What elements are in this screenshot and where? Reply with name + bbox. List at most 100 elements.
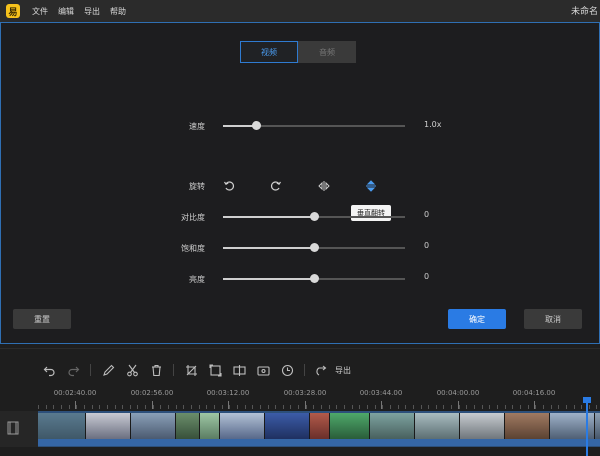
ruler-minor-tick (275, 405, 277, 409)
ruler-minor-tick (527, 405, 529, 409)
ruler-minor-tick (443, 405, 445, 409)
crop-icon[interactable] (182, 361, 200, 379)
ruler-minor-tick (53, 405, 55, 409)
ruler-minor-tick (259, 405, 261, 409)
ruler-minor-tick (588, 405, 590, 409)
ruler-minor-tick (68, 405, 70, 409)
pen-icon[interactable] (99, 361, 117, 379)
ruler-minor-tick (191, 405, 192, 409)
rotate-right-icon[interactable] (268, 178, 284, 194)
ruler-minor-tick (336, 405, 338, 409)
ruler-minor-tick (168, 405, 170, 409)
ruler-minor-tick (428, 405, 430, 409)
clip-frame (86, 413, 131, 439)
ruler-minor-tick (244, 405, 246, 409)
export-icon[interactable] (313, 361, 331, 379)
window-title: 未命名 (570, 7, 598, 17)
ruler-minor-tick (213, 405, 215, 409)
playhead[interactable] (586, 399, 588, 456)
ruler-minor-tick (129, 405, 131, 409)
ruler-minor-tick (137, 405, 139, 409)
timeline-panel: 导出 00:02:40.00 00:02:56.00 00:03:12.00 0… (0, 348, 600, 456)
toolbar-divider (304, 364, 305, 376)
ok-button[interactable]: 确定 (448, 309, 506, 329)
brightness-label: 亮度 (189, 275, 205, 284)
tab-audio[interactable]: 音频 (298, 41, 356, 63)
video-clip-frames[interactable] (38, 413, 600, 439)
ruler-minor-tick (305, 405, 307, 409)
contrast-slider-knob[interactable] (310, 212, 319, 221)
undo-icon[interactable] (40, 361, 58, 379)
speed-slider[interactable] (223, 121, 405, 131)
app-logo: 易 (6, 4, 20, 18)
clip-frame (505, 413, 550, 439)
export-label[interactable]: 导出 (335, 365, 351, 376)
ruler-minor-tick (366, 405, 368, 409)
ruler-minor-tick (558, 405, 560, 409)
saturation-slider-knob[interactable] (310, 243, 319, 252)
ruler-minor-tick (497, 405, 498, 409)
redo-icon[interactable] (64, 361, 82, 379)
brightness-slider[interactable] (223, 274, 405, 284)
ruler-label: 00:03:28.00 (283, 389, 327, 397)
resize-icon[interactable] (206, 361, 224, 379)
clip-frame (415, 413, 460, 439)
split-icon[interactable] (230, 361, 248, 379)
flip-vertical-icon[interactable] (363, 178, 379, 194)
ruler-minor-tick (38, 405, 39, 409)
speed-slider-knob[interactable] (251, 121, 261, 130)
contrast-slider-fill (223, 216, 314, 218)
menu-edit[interactable]: 编辑 (58, 6, 74, 17)
contrast-slider[interactable] (223, 212, 405, 222)
menu-file[interactable]: 文件 (32, 6, 48, 17)
saturation-value: 0 (424, 241, 430, 250)
ruler-minor-tick (298, 405, 300, 409)
ruler-minor-tick (229, 405, 231, 409)
menu-help[interactable]: 帮助 (110, 6, 126, 17)
scissors-icon[interactable] (123, 361, 141, 379)
video-track[interactable] (38, 411, 600, 447)
ruler-minor-tick (252, 405, 254, 409)
ruler-minor-tick (175, 405, 177, 409)
tab-video[interactable]: 视频 (240, 41, 298, 63)
clock-icon[interactable] (278, 361, 296, 379)
reset-button[interactable]: 重置 (13, 309, 71, 329)
menu-export[interactable]: 导出 (84, 6, 100, 17)
toolbar-divider (173, 364, 174, 376)
rotate-label: 旋转 (189, 182, 205, 191)
ruler-minor-tick (91, 405, 93, 409)
adjust-dialog: 视频 音频 速度 1.0x 旋转 垂直翻转 对比度 0 饱和度 0 亮度 0 重… (0, 22, 600, 344)
timeline-toolbar: 导出 (40, 361, 351, 379)
clip-frame (200, 413, 220, 439)
saturation-slider[interactable] (223, 243, 405, 253)
ruler-minor-tick (359, 405, 361, 409)
ruler-minor-tick (451, 405, 453, 409)
audio-waveform-strip[interactable] (38, 439, 600, 446)
ruler-minor-tick (596, 405, 598, 409)
ruler-minor-tick (267, 405, 269, 409)
ruler-minor-tick (60, 405, 62, 409)
ruler-minor-tick (290, 405, 292, 409)
ruler-minor-tick (160, 405, 162, 409)
time-ruler[interactable]: 00:02:40.00 00:02:56.00 00:03:12.00 00:0… (38, 389, 600, 411)
ruler-minor-tick (481, 405, 483, 409)
screen-icon[interactable] (254, 361, 272, 379)
cancel-button[interactable]: 取消 (524, 309, 582, 329)
ruler-minor-tick (152, 405, 154, 409)
ruler-minor-tick (206, 405, 208, 409)
clip-frame (460, 413, 505, 439)
clip-frame (330, 413, 370, 439)
ruler-minor-tick (344, 405, 345, 409)
trash-icon[interactable] (147, 361, 165, 379)
film-icon (7, 421, 19, 435)
brightness-slider-fill (223, 278, 314, 280)
clip-frame (131, 413, 176, 439)
rotate-left-icon[interactable] (221, 178, 237, 194)
contrast-value: 0 (424, 210, 430, 219)
clip-frame (38, 413, 86, 439)
flip-horizontal-icon[interactable] (316, 178, 332, 194)
brightness-slider-knob[interactable] (310, 274, 319, 283)
ruler-minor-tick (519, 405, 521, 409)
ruler-minor-tick (106, 405, 108, 409)
ruler-minor-tick (282, 405, 284, 409)
